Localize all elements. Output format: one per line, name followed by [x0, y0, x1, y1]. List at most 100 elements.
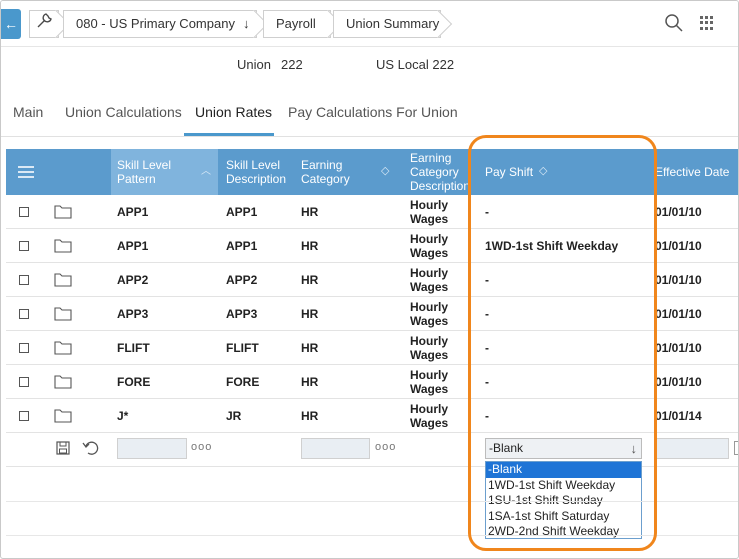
row-checkbox[interactable]: [19, 309, 29, 319]
sort-both-icon: ◇: [539, 165, 548, 177]
pattern-lookup-button[interactable]: ooo: [191, 441, 212, 453]
header-effective-date[interactable]: Effective Date: [655, 149, 738, 195]
header-skill-level-pattern[interactable]: Skill Level Pattern ︿: [111, 149, 218, 195]
header-pay-shift[interactable]: Pay Shift ◇: [479, 149, 654, 195]
table-row[interactable]: FORE FORE HR Hourly Wages - 01/01/10: [6, 365, 738, 399]
cell-pay-shift: -: [485, 307, 489, 321]
header-effective-date-label: Effective Date: [655, 165, 730, 179]
arrow-down-icon: ↓: [242, 16, 250, 31]
cell-earning-category-description: Hourly Wages: [410, 266, 449, 294]
cell-earning-category: HR: [301, 375, 319, 389]
row-checkbox[interactable]: [19, 275, 29, 285]
cell-earning-category: HR: [301, 341, 319, 355]
active-tab-indicator: [184, 133, 274, 136]
union-local: US Local 222: [376, 57, 455, 72]
cell-skill-level-description: APP1: [226, 205, 258, 219]
column-menu-icon[interactable]: [18, 166, 34, 178]
cell-earning-category: HR: [301, 307, 319, 321]
breadcrumb-union-summary[interactable]: Union Summary: [333, 10, 441, 38]
undo-icon[interactable]: [82, 440, 100, 461]
cell-pay-shift: -: [485, 375, 489, 389]
tab-bar: Main Union Calculations Union Rates Pay …: [1, 93, 738, 137]
cell-earning-category-description: Hourly Wages: [410, 198, 449, 226]
breadcrumb-payroll-label: Payroll: [276, 16, 316, 31]
union-label: Union: [237, 57, 271, 72]
row-checkbox[interactable]: [19, 343, 29, 353]
cell-earning-category: HR: [301, 273, 319, 287]
divider: [6, 501, 738, 502]
earning-category-input[interactable]: [301, 438, 370, 459]
folder-icon[interactable]: [54, 204, 72, 219]
header-pay-shift-label: Pay Shift: [485, 165, 534, 179]
apps-grid-icon[interactable]: [700, 16, 714, 30]
breadcrumb-tools[interactable]: [29, 10, 59, 38]
breadcrumb-payroll[interactable]: Payroll: [263, 10, 331, 38]
header-skill-level-pattern-label: Skill Level Pattern: [117, 158, 172, 186]
cell-earning-category: HR: [301, 205, 319, 219]
cell-skill-level-description: APP2: [226, 273, 258, 287]
cell-skill-level-pattern: APP1: [117, 239, 149, 253]
table-row[interactable]: APP1 APP1 HR Hourly Wages 1WD-1st Shift …: [6, 229, 738, 263]
header-skill-level-description-label: Skill Level Description: [226, 158, 287, 186]
cell-earning-category-description: Hourly Wages: [410, 300, 449, 328]
header-earning-category-label: Earning Category: [301, 158, 350, 186]
tab-pay-calculations[interactable]: Pay Calculations For Union: [288, 104, 458, 120]
table-row[interactable]: APP2 APP2 HR Hourly Wages - 01/01/10: [6, 263, 738, 297]
folder-icon[interactable]: [54, 238, 72, 253]
divider: [6, 535, 738, 536]
sort-up-icon: ︿: [201, 166, 211, 177]
folder-icon[interactable]: [54, 272, 72, 287]
sort-both-icon: ◇: [381, 165, 390, 177]
header-earning-category[interactable]: Earning Category ◇: [295, 149, 395, 195]
pay-shift-option[interactable]: 1WD-1st Shift Weekday: [486, 478, 641, 494]
cell-earning-category: HR: [301, 409, 319, 423]
header-earning-category-description[interactable]: Earning Category Description: [404, 149, 470, 195]
effective-date-input[interactable]: [655, 438, 729, 459]
table-row[interactable]: J* JR HR Hourly Wages - 01/01/14: [6, 399, 738, 433]
pay-shift-select-value: -Blank: [489, 441, 524, 455]
table-row[interactable]: FLIFT FLIFT HR Hourly Wages - 01/01/10: [6, 331, 738, 365]
tab-union-rates[interactable]: Union Rates: [195, 104, 272, 120]
pay-shift-option[interactable]: 1SA-1st Shift Saturday: [486, 509, 641, 525]
calendar-icon[interactable]: [734, 441, 738, 455]
skill-level-pattern-input[interactable]: [117, 438, 187, 459]
search-icon[interactable]: [664, 13, 684, 33]
pay-shift-select[interactable]: -Blank ↓: [485, 438, 642, 459]
cell-skill-level-description: FLIFT: [226, 341, 259, 355]
cell-skill-level-pattern: APP3: [117, 307, 149, 321]
cell-effective-date: 01/01/10: [655, 273, 702, 287]
folder-icon[interactable]: [54, 374, 72, 389]
back-button[interactable]: ←: [1, 9, 21, 39]
cell-skill-level-pattern: FLIFT: [117, 341, 150, 355]
category-lookup-button[interactable]: ooo: [375, 441, 396, 453]
cell-effective-date: 01/01/10: [655, 239, 702, 253]
header-skill-level-description[interactable]: Skill Level Description: [220, 149, 296, 195]
save-icon[interactable]: [56, 441, 70, 460]
tab-main[interactable]: Main: [13, 104, 43, 120]
cell-effective-date: 01/01/10: [655, 341, 702, 355]
pay-shift-option[interactable]: 2WD-2nd Shift Weekday: [486, 524, 641, 540]
row-checkbox[interactable]: [19, 377, 29, 387]
row-checkbox[interactable]: [19, 241, 29, 251]
breadcrumb-union-summary-label: Union Summary: [346, 16, 440, 31]
tab-union-calculations[interactable]: Union Calculations: [65, 104, 182, 120]
pay-shift-dropdown: -Blank 1WD-1st Shift Weekday 1SU-1st Shi…: [485, 461, 642, 539]
table-row[interactable]: APP1 APP1 HR Hourly Wages - 01/01/10: [6, 195, 738, 229]
app-window: ← 080 - US Primary Company ↓ Payroll Unio…: [0, 0, 739, 559]
pay-shift-option[interactable]: -Blank: [486, 462, 641, 478]
folder-icon[interactable]: [54, 306, 72, 321]
cell-effective-date: 01/01/14: [655, 409, 702, 423]
folder-icon[interactable]: [54, 408, 72, 423]
table-header: Skill Level Pattern ︿ Skill Level Descri…: [6, 149, 738, 195]
cell-skill-level-description: APP3: [226, 307, 258, 321]
cell-pay-shift: -: [485, 409, 489, 423]
folder-icon[interactable]: [54, 340, 72, 355]
row-checkbox[interactable]: [19, 207, 29, 217]
breadcrumb-company[interactable]: 080 - US Primary Company ↓: [63, 10, 257, 38]
cell-skill-level-pattern: APP1: [117, 205, 149, 219]
cell-effective-date: 01/01/10: [655, 307, 702, 321]
row-checkbox[interactable]: [19, 411, 29, 421]
cell-earning-category-description: Hourly Wages: [410, 368, 449, 396]
cell-skill-level-pattern: APP2: [117, 273, 149, 287]
table-row[interactable]: APP3 APP3 HR Hourly Wages - 01/01/10: [6, 297, 738, 331]
